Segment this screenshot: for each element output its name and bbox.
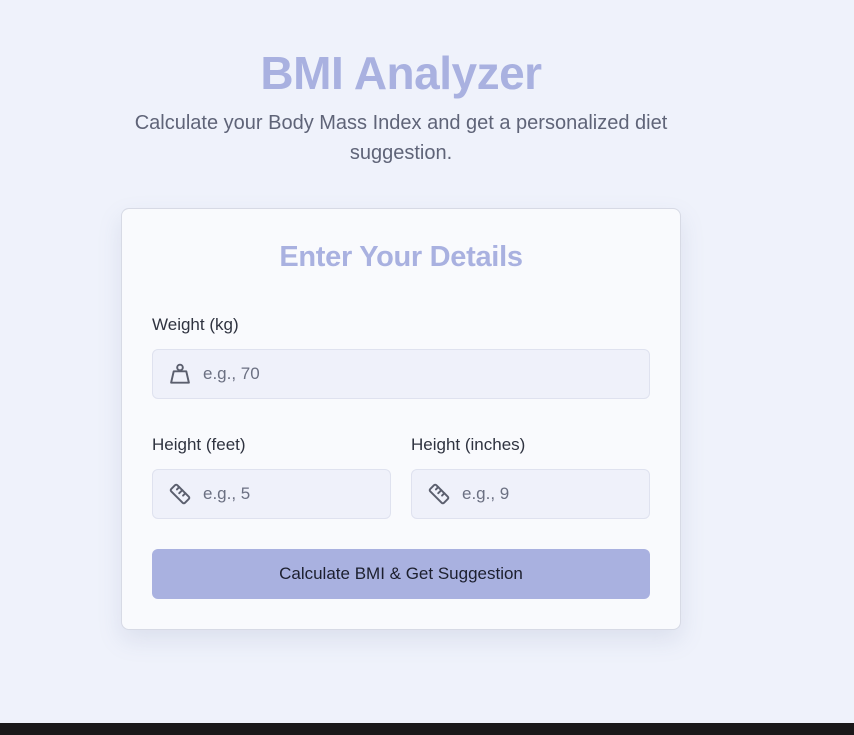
form-title: Enter Your Details	[279, 241, 523, 273]
bottom-bar	[0, 723, 854, 735]
calculate-bmi-button[interactable]: Calculate BMI & Get Suggestion	[152, 549, 650, 599]
page-title: BMI Analyzer	[260, 47, 542, 99]
weight-icon	[167, 361, 193, 387]
bmi-form-card: Enter Your Details Weight (kg) Height (f…	[121, 208, 681, 630]
ruler-icon	[426, 481, 452, 507]
page-header: BMI Analyzer Calculate your Body Mass In…	[122, 44, 680, 168]
height-inches-label: Height (inches)	[411, 435, 526, 454]
weight-field[interactable]	[152, 349, 650, 399]
ruler-icon	[167, 481, 193, 507]
height-feet-field[interactable]	[152, 469, 391, 519]
height-inches-field[interactable]	[411, 469, 650, 519]
weight-input[interactable]	[203, 350, 649, 398]
height-feet-input[interactable]	[203, 470, 390, 518]
page-subtitle: Calculate your Body Mass Index and get a…	[134, 112, 668, 164]
weight-label: Weight (kg)	[152, 315, 239, 334]
height-inches-input[interactable]	[462, 470, 649, 518]
height-feet-label: Height (feet)	[152, 435, 246, 454]
